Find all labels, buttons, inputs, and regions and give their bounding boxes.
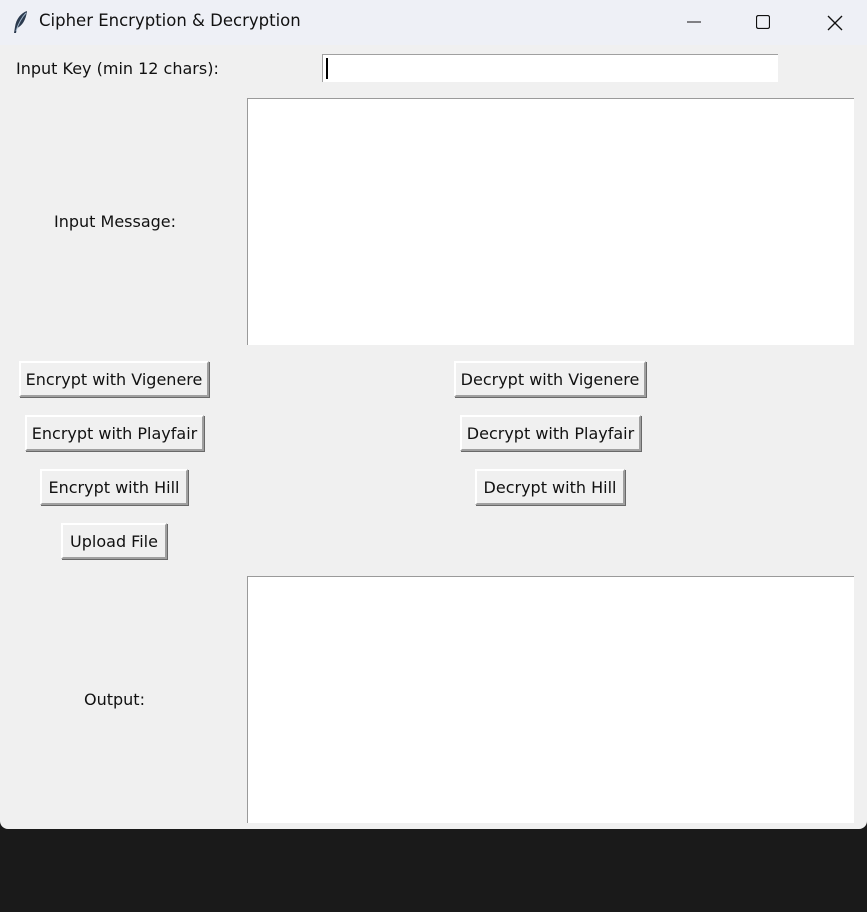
message-label: Input Message: [54, 212, 177, 231]
minimize-icon [687, 21, 701, 23]
encrypt-hill-button[interactable]: Encrypt with Hill [40, 469, 188, 505]
message-textarea[interactable] [247, 98, 854, 345]
text-caret [326, 58, 328, 79]
decrypt-hill-button[interactable]: Decrypt with Hill [475, 469, 625, 505]
minimize-button[interactable] [671, 0, 717, 45]
upload-file-button[interactable]: Upload File [61, 523, 167, 559]
window-title: Cipher Encryption & Decryption [39, 11, 301, 30]
close-icon [827, 15, 843, 31]
app-window: Cipher Encryption & Decryption Input Key… [0, 0, 867, 829]
feather-icon [12, 10, 30, 34]
maximize-icon [756, 15, 770, 29]
key-input[interactable] [322, 54, 778, 82]
maximize-button[interactable] [740, 0, 786, 45]
key-label: Input Key (min 12 chars): [16, 59, 219, 78]
encrypt-vigenere-button[interactable]: Encrypt with Vigenere [19, 361, 209, 397]
output-label: Output: [84, 690, 145, 709]
title-bar[interactable]: Cipher Encryption & Decryption [0, 0, 867, 45]
decrypt-playfair-button[interactable]: Decrypt with Playfair [460, 415, 641, 451]
decrypt-vigenere-button[interactable]: Decrypt with Vigenere [454, 361, 646, 397]
close-button[interactable] [811, 0, 857, 45]
output-textarea[interactable] [247, 576, 854, 823]
encrypt-playfair-button[interactable]: Encrypt with Playfair [25, 415, 204, 451]
